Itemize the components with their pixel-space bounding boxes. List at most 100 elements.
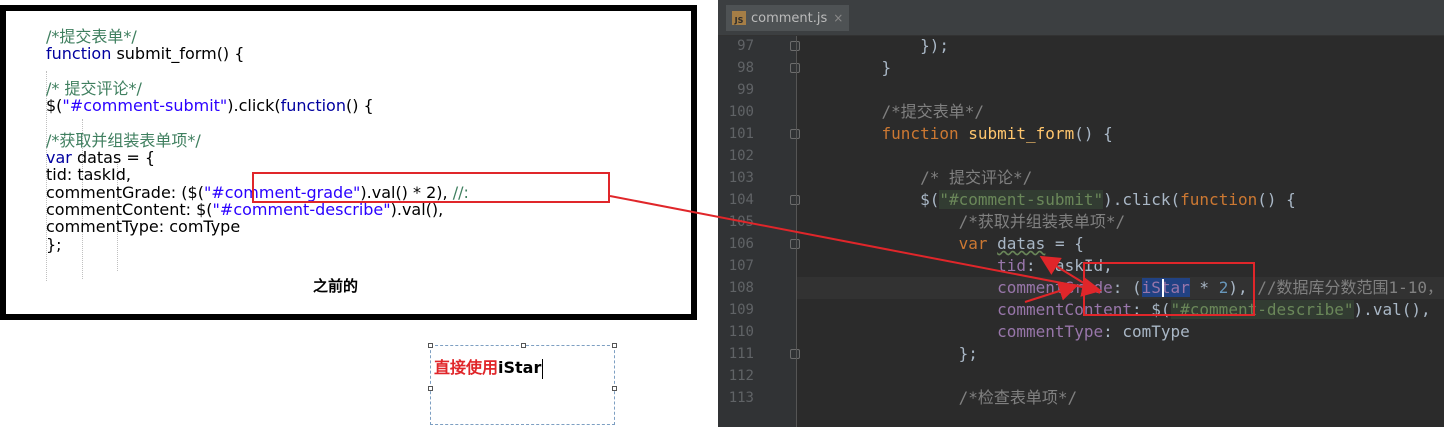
- line-number: 102: [728, 148, 754, 164]
- line-number: 104: [728, 192, 754, 208]
- code-line[interactable]: /*提交表单*/: [843, 101, 985, 123]
- annotation-text[interactable]: 直接使用iStar: [434, 354, 544, 379]
- code-token: /* 提交评论*/: [843, 168, 1033, 187]
- code-line[interactable]: /*检查表单项*/: [843, 387, 1078, 409]
- code-token: function: [881, 124, 959, 143]
- code-token: }: [843, 58, 892, 77]
- code-token: tid: taskId,: [46, 165, 131, 185]
- text-caret: [542, 358, 544, 379]
- code-token: ).click(: [227, 96, 281, 116]
- annotation-textbox[interactable]: 直接使用iStar: [428, 343, 617, 425]
- highlight-box-after: [1083, 262, 1255, 316]
- code-token: };: [843, 344, 978, 363]
- code-token: };: [46, 234, 62, 254]
- code-token: = {: [1045, 234, 1084, 253]
- code-line[interactable]: $("#comment-submit").click(function() {: [843, 189, 1296, 211]
- gutter-divider: [796, 36, 797, 427]
- ide-editor: JS comment.js × 97 98 99 100 101 102 103 104 105…: [718, 0, 1444, 427]
- code-token: commentContent: $(: [46, 200, 213, 219]
- code-token: /*获取并组装表单项*/: [46, 130, 201, 150]
- code-line[interactable]: /* 提交评论*/: [843, 167, 1032, 189]
- fold-marker-icon[interactable]: [790, 239, 800, 249]
- code-token: });: [843, 36, 949, 55]
- code-token: //数据库分数范围1-10， 值: [1257, 278, 1444, 297]
- code-token: /*提交表单*/: [843, 102, 985, 121]
- code-token: () {: [345, 96, 374, 116]
- code-token: function: [280, 96, 346, 116]
- code-token: "#comment-submit": [939, 190, 1104, 209]
- fold-marker-icon[interactable]: [790, 349, 800, 359]
- code-line: /*提交表单*/: [46, 29, 137, 45]
- code-line: $("#comment-submit").click(function() {: [46, 98, 374, 114]
- line-number: 100: [728, 104, 754, 120]
- line-number: 103: [728, 170, 754, 186]
- code-token: datas = {: [71, 148, 156, 168]
- code-line: /* 提交评论*/: [46, 80, 142, 97]
- code-token: tid: [997, 256, 1027, 275]
- code-line[interactable]: var datas = {: [843, 233, 1084, 255]
- code-line[interactable]: tid: taskId,: [843, 255, 1113, 277]
- annotation-value-text: iStar: [498, 358, 542, 377]
- tab-comment-js[interactable]: JS comment.js ×: [726, 5, 850, 31]
- code-line: };: [46, 234, 62, 254]
- fold-marker-icon[interactable]: [790, 195, 800, 205]
- code-token: submit_form: [968, 124, 1075, 143]
- code-line: var datas = {: [46, 150, 155, 166]
- line-number: 97: [737, 38, 754, 54]
- code-line: commentType: comType: [46, 219, 240, 235]
- code-token: "#comment-submit": [62, 96, 228, 116]
- line-number-gutter: 97 98 99 100 101 102 103 104 105 106 107 108 109 110 1…: [718, 36, 800, 427]
- resize-handle[interactable]: [428, 386, 433, 391]
- line-number: 112: [728, 368, 754, 384]
- code-token: /*检查表单项*/: [843, 388, 1078, 407]
- code-token: /*获取并组装表单项*/: [843, 212, 1126, 231]
- code-token: () {: [1257, 190, 1296, 209]
- editor-tab-bar: JS comment.js ×: [718, 0, 1444, 36]
- before-caption: 之前的: [313, 277, 359, 295]
- line-number: 107: [728, 258, 754, 274]
- code-line[interactable]: /*获取并组装表单项*/: [843, 211, 1126, 233]
- code-line[interactable]: };: [843, 343, 978, 365]
- code-token: /*提交表单*/: [46, 27, 137, 46]
- resize-handle[interactable]: [428, 343, 433, 348]
- close-icon[interactable]: ×: [833, 11, 843, 25]
- code-line: commentContent: $("#comment-describe").v…: [46, 202, 443, 218]
- code-token: ).val(),: [1353, 300, 1431, 319]
- code-token: var: [958, 234, 988, 253]
- code-line[interactable]: });: [843, 35, 949, 57]
- code-token: function: [1180, 190, 1258, 209]
- code-line[interactable]: commentType: comType: [843, 321, 1190, 343]
- line-number: 109: [728, 302, 754, 318]
- highlight-box-before: [252, 172, 610, 203]
- code-token: commentType: comType: [46, 217, 241, 237]
- resize-handle[interactable]: [612, 386, 617, 391]
- line-number: 101: [728, 126, 754, 142]
- fold-marker-icon[interactable]: [790, 129, 800, 139]
- code-token: ).click(: [1103, 190, 1181, 209]
- code-token: datas: [997, 234, 1046, 253]
- code-token: var: [46, 148, 72, 168]
- resize-handle[interactable]: [612, 343, 617, 348]
- code-token: submit_form() {: [111, 44, 245, 64]
- line-number: 111: [728, 346, 754, 362]
- tab-label: comment.js: [751, 10, 828, 26]
- code-line[interactable]: function submit_form() {: [843, 123, 1113, 145]
- code-line: tid: taskId,: [46, 167, 131, 183]
- annotation-highlight-text: 直接使用: [434, 358, 499, 377]
- fold-marker-icon[interactable]: [790, 41, 800, 51]
- code-token: commentGrade: ($(: [46, 182, 204, 202]
- code-token: commentType: [997, 322, 1104, 341]
- resize-handle[interactable]: [521, 343, 526, 348]
- fold-marker-icon[interactable]: [790, 63, 800, 73]
- code-line: /*获取并组装表单项*/: [46, 130, 201, 150]
- line-number: 110: [728, 324, 754, 340]
- code-line[interactable]: }: [843, 57, 892, 79]
